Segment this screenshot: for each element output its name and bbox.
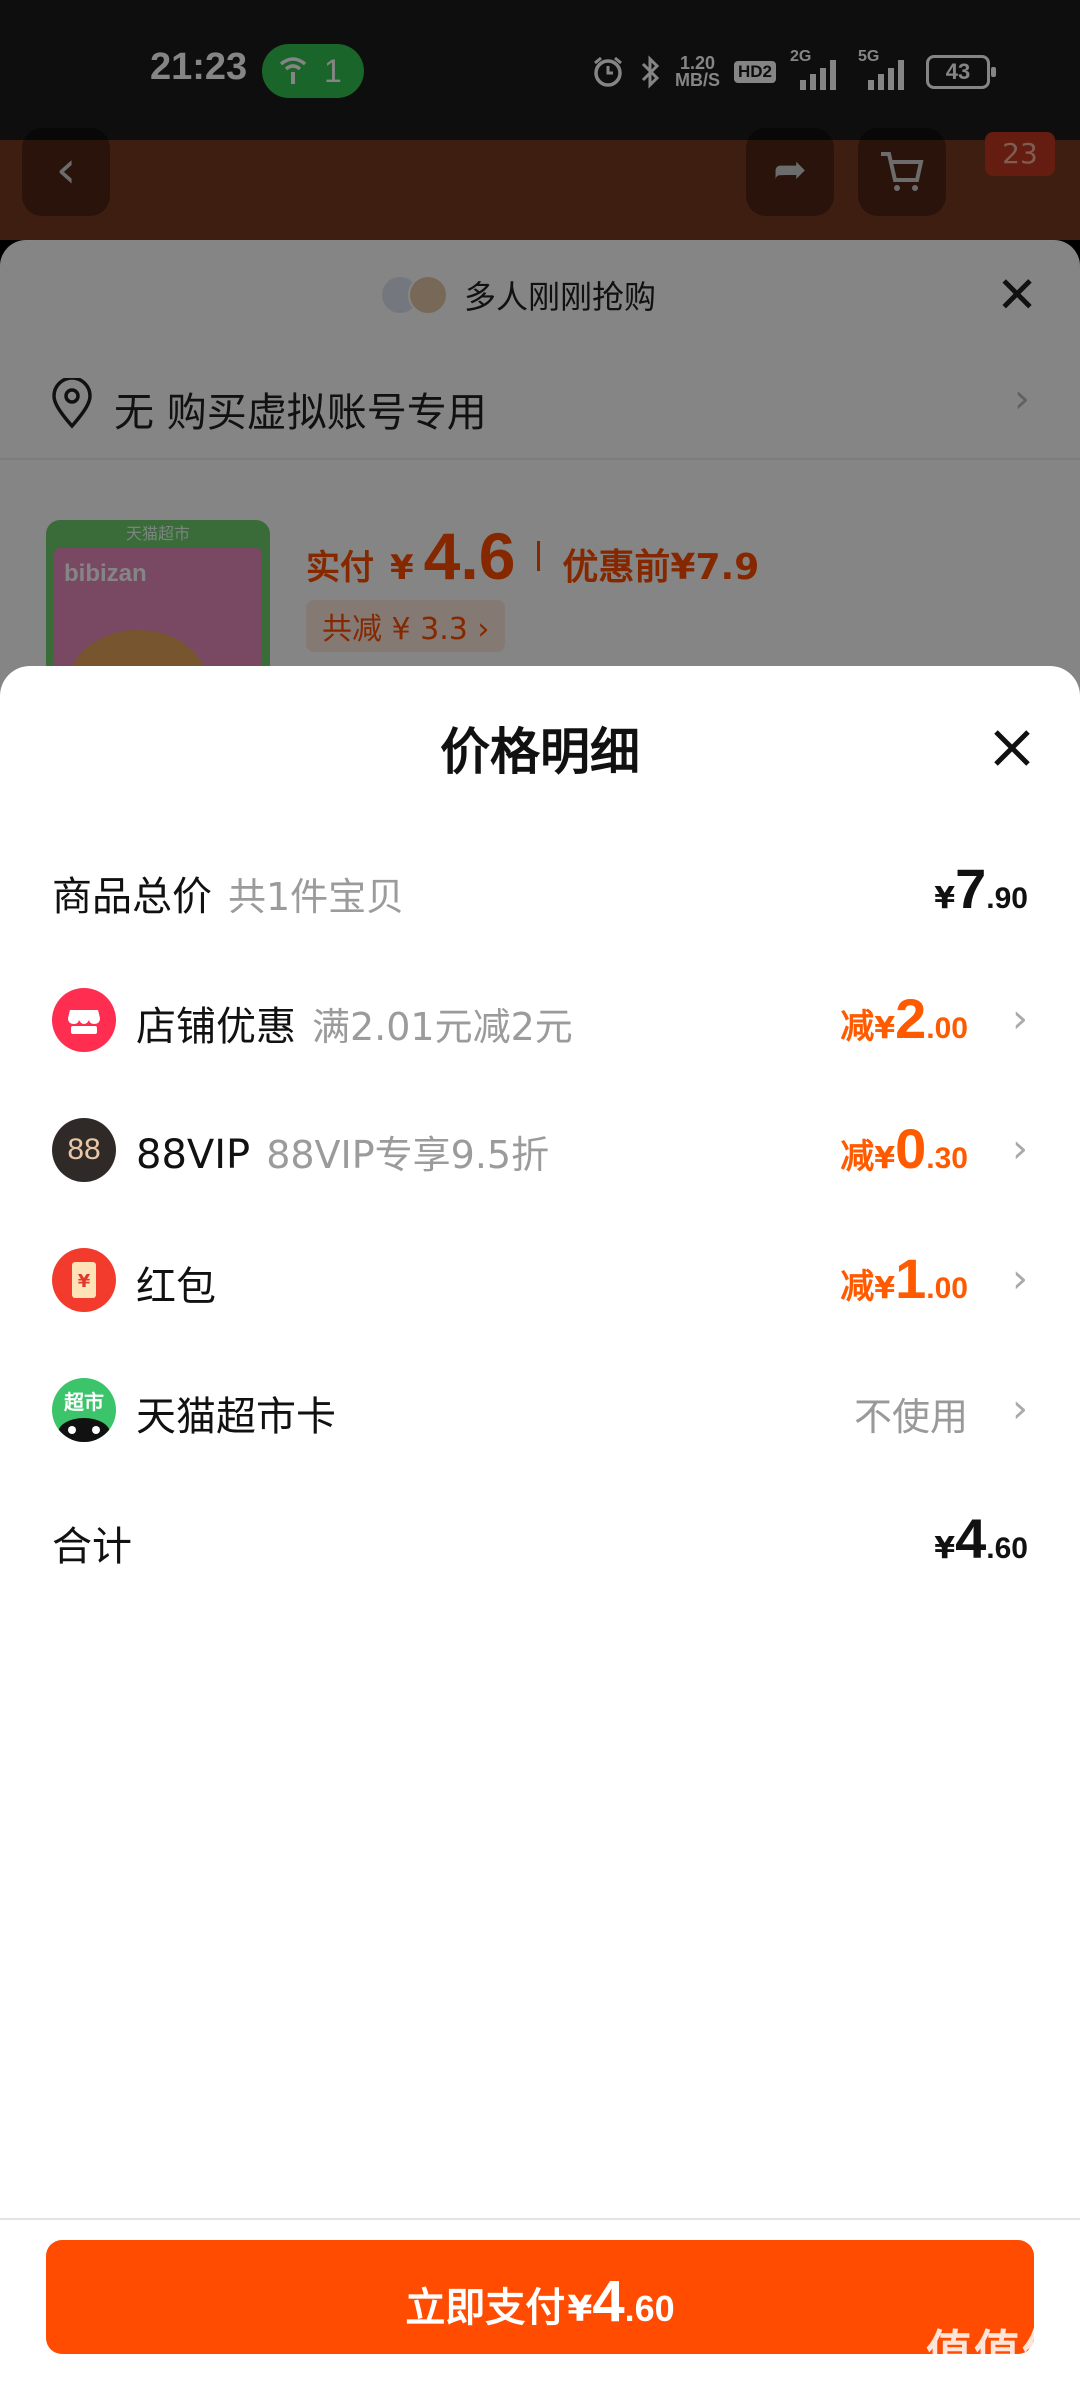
row-shop-discount[interactable]: 店铺优惠 满2.01元减2元 减 ¥2.00 › [0, 966, 1080, 1076]
row-tmall-card[interactable]: 超市 天猫超市卡 不使用 › [0, 1356, 1080, 1466]
row-amount: 减 ¥1.00 [840, 1247, 968, 1310]
red-packet-icon: ¥ [52, 1248, 116, 1312]
chevron-right-icon: › [1012, 996, 1028, 1042]
row-label: 商品总价 [52, 874, 212, 920]
row-amount: ¥7.90 [934, 857, 1028, 920]
row-label: 红包 [136, 1264, 216, 1310]
row-desc: 满2.01元减2元 [312, 1005, 573, 1049]
sheet-title: 价格明细 [440, 723, 640, 781]
divider [0, 2218, 1080, 2220]
row-amount: 减 ¥0.30 [840, 1117, 968, 1180]
modal-dim-overlay[interactable] [0, 0, 1080, 740]
row-status: 不使用 [853, 1395, 968, 1439]
chevron-right-icon: › [1012, 1126, 1028, 1172]
row-desc: 88VIP专享9.5折 [266, 1133, 550, 1177]
tmall-supermarket-icon: 超市 [52, 1378, 116, 1442]
row-label: 合计 [52, 1524, 132, 1570]
row-amount: ¥4.60 [934, 1507, 1028, 1570]
chevron-right-icon: › [1012, 1256, 1028, 1302]
row-amount: 减 ¥2.00 [840, 987, 968, 1050]
row-label: 88VIP [136, 1132, 251, 1178]
row-desc: 共1件宝贝 [228, 875, 405, 919]
row-label: 店铺优惠 [136, 1004, 296, 1050]
price-detail-sheet: 价格明细 商品总价 共1件宝贝 ¥7.90 店铺优惠 满2.01元减2元 减 ¥2.0… [0, 666, 1080, 2400]
row-label: 天猫超市卡 [136, 1394, 336, 1440]
row-88vip[interactable]: 88 88VIP 88VIP专享9.5折 减 ¥0.30 › [0, 1096, 1080, 1206]
vip-icon: 88 [52, 1118, 116, 1182]
close-icon[interactable] [988, 724, 1036, 772]
row-item-total: 商品总价 共1件宝贝 ¥7.90 [0, 836, 1080, 946]
watermark: 值值值 zhizhizhi.com [926, 2326, 1070, 2399]
chevron-right-icon: › [1012, 1386, 1028, 1432]
shop-icon [52, 988, 116, 1052]
pay-now-button[interactable]: 立即支付 ¥4.60 [46, 2240, 1034, 2354]
row-subtotal: 合计 ¥4.60 [0, 1486, 1080, 1596]
row-red-packet[interactable]: ¥ 红包 减 ¥1.00 › [0, 1226, 1080, 1336]
